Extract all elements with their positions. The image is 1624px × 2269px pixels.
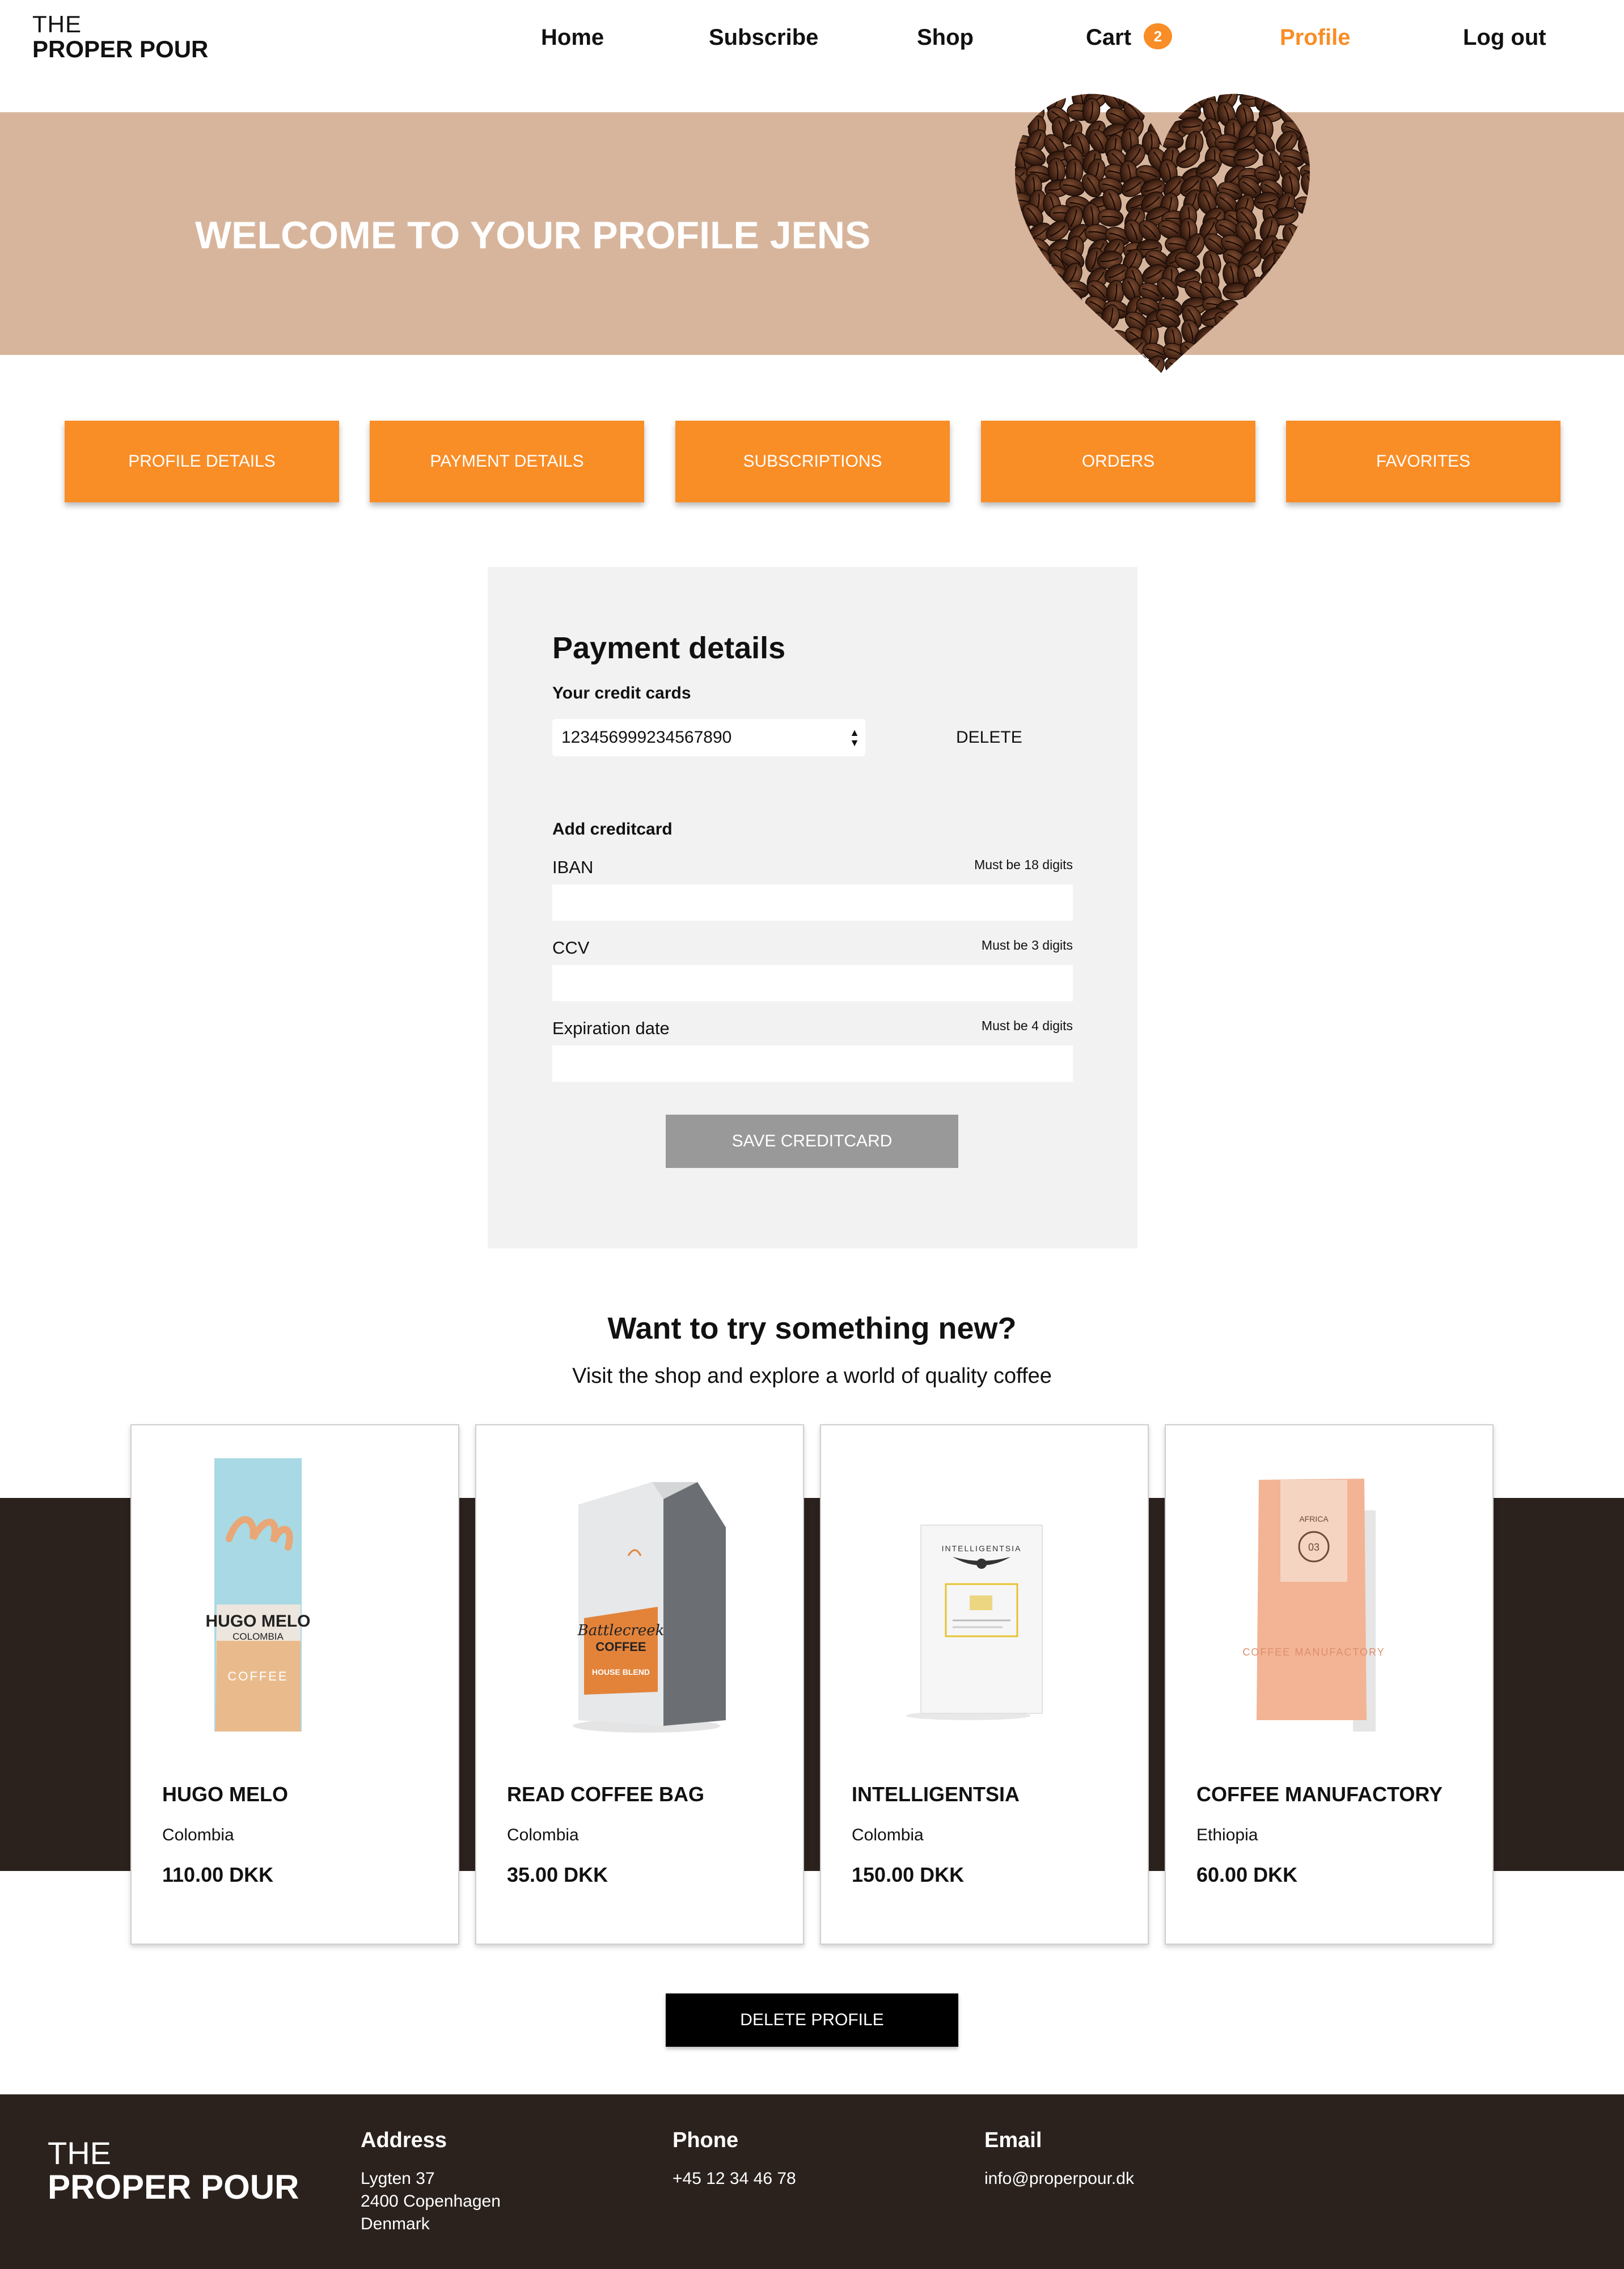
footer-logo[interactable]: THE PROPER POUR bbox=[48, 2137, 299, 2204]
svg-text:INTELLIGENTSIA: INTELLIGENTSIA bbox=[942, 1544, 1022, 1553]
footer-email: Email info@properpour.dk bbox=[984, 2128, 1134, 2190]
iban-hint: Must be 18 digits bbox=[974, 857, 1073, 872]
ccv-input[interactable] bbox=[552, 965, 1073, 1001]
product-origin: Colombia bbox=[852, 1826, 924, 1844]
product-image-read-coffee-bag: Battlecreek COFFEE HOUSE BLEND bbox=[573, 1482, 726, 1733]
footer-brand-line2: PROPER POUR bbox=[48, 2168, 299, 2206]
nav-subscribe[interactable]: Subscribe bbox=[709, 25, 818, 50]
credit-card-select[interactable]: 123456999234567890 ▲ ▼ bbox=[552, 719, 865, 756]
footer-phone: Phone +45 12 34 46 78 bbox=[673, 2128, 796, 2190]
svg-text:COFFEE: COFFEE bbox=[595, 1640, 646, 1654]
product-name: HUGO MELO bbox=[162, 1783, 288, 1806]
nav-cart[interactable]: Cart 2 bbox=[1086, 23, 1173, 52]
product-origin: Ethiopia bbox=[1196, 1826, 1258, 1844]
selected-card-value: 123456999234567890 bbox=[561, 728, 732, 747]
footer-brand-line1: THE bbox=[48, 2135, 111, 2171]
nav-profile[interactable]: Profile bbox=[1280, 25, 1350, 50]
product-image-coffee-manufactory: AFRICA 03 COFFEE MANUFACTORY bbox=[1242, 1479, 1385, 1732]
site-header: THE PROPER POUR Home Subscribe Shop Cart… bbox=[0, 0, 1624, 112]
product-price: 110.00 DKK bbox=[162, 1863, 274, 1886]
product-price: 150.00 DKK bbox=[852, 1863, 965, 1886]
product-origin: Colombia bbox=[162, 1826, 234, 1844]
tab-orders[interactable]: ORDERS bbox=[981, 421, 1255, 502]
delete-card-button[interactable]: DELETE bbox=[956, 719, 1022, 756]
bag-label-hugo: HUGO MELO bbox=[206, 1612, 311, 1631]
footer-phone-title: Phone bbox=[673, 2128, 739, 2152]
coffee-bean-heart-image bbox=[1015, 94, 1310, 374]
product-image-hugo-melo: HUGO MELO COLOMBIA COFFEE bbox=[206, 1458, 311, 1732]
nav-cart-label: Cart bbox=[1086, 25, 1132, 50]
product-image-intelligentsia: INTELLIGENTSIA bbox=[906, 1525, 1043, 1720]
product-card[interactable]: INTELLIGENTSIA INTELLIGENTSIA Colombia 1… bbox=[820, 1424, 1149, 1945]
site-footer: THE PROPER POUR Address Lygten 37 2400 C… bbox=[0, 2094, 1624, 2269]
footer-address-line: Lygten 37 bbox=[361, 2169, 435, 2188]
svg-text:AFRICA: AFRICA bbox=[1299, 1514, 1329, 1523]
product-card[interactable]: HUGO MELO COLOMBIA COFFEE HUGO MELO Colo… bbox=[130, 1424, 459, 1945]
product-name: INTELLIGENTSIA bbox=[852, 1783, 1020, 1806]
footer-phone-number[interactable]: +45 12 34 46 78 bbox=[673, 2168, 796, 2190]
expiration-input[interactable] bbox=[552, 1045, 1073, 1082]
product-name: READ COFFEE BAG bbox=[507, 1783, 705, 1806]
add-creditcard-title: Add creditcard bbox=[552, 820, 673, 839]
product-origin: Colombia bbox=[507, 1826, 579, 1844]
hero-title: WELCOME TO YOUR PROFILE JENS bbox=[195, 214, 871, 257]
select-arrows-icon: ▲ ▼ bbox=[849, 727, 860, 748]
footer-address-title: Address bbox=[361, 2128, 447, 2152]
panel-title: Payment details bbox=[552, 631, 786, 665]
suggestions-subtitle: Visit the shop and explore a world of qu… bbox=[572, 1364, 1052, 1388]
ccv-hint: Must be 3 digits bbox=[981, 938, 1073, 953]
credit-cards-label: Your credit cards bbox=[552, 684, 691, 702]
brand-line2: PROPER POUR bbox=[32, 36, 209, 62]
footer-email-address[interactable]: info@properpour.dk bbox=[984, 2168, 1134, 2190]
product-card[interactable]: AFRICA 03 COFFEE MANUFACTORY COFFEE MANU… bbox=[1165, 1424, 1494, 1945]
nav-logout[interactable]: Log out bbox=[1463, 25, 1546, 50]
footer-address: Address Lygten 37 2400 Copenhagen Denmar… bbox=[361, 2128, 501, 2236]
tab-profile-details[interactable]: PROFILE DETAILS bbox=[65, 421, 339, 502]
product-name: COFFEE MANUFACTORY bbox=[1196, 1783, 1443, 1806]
cart-count-badge: 2 bbox=[1144, 23, 1173, 50]
brand-logo[interactable]: THE PROPER POUR bbox=[32, 12, 208, 61]
payment-details-panel: Payment details Your credit cards 123456… bbox=[488, 567, 1137, 1248]
product-price: 35.00 DKK bbox=[507, 1863, 608, 1886]
svg-text:HOUSE BLEND: HOUSE BLEND bbox=[592, 1667, 650, 1677]
tab-subscriptions[interactable]: SUBSCRIPTIONS bbox=[675, 421, 950, 502]
ccv-label: CCV bbox=[552, 938, 590, 958]
tab-favorites[interactable]: FAVORITES bbox=[1286, 421, 1560, 502]
svg-text:Battlecreek: Battlecreek bbox=[577, 1622, 665, 1639]
brand-line1: THE bbox=[32, 11, 82, 37]
svg-text:COFFEE: COFFEE bbox=[227, 1669, 288, 1683]
expiration-label: Expiration date bbox=[552, 1018, 670, 1038]
tab-payment-details[interactable]: PAYMENT DETAILS bbox=[370, 421, 644, 502]
suggestions-title: Want to try something new? bbox=[607, 1311, 1017, 1345]
nav-home[interactable]: Home bbox=[541, 25, 604, 50]
nav-shop[interactable]: Shop bbox=[917, 25, 974, 50]
save-creditcard-button[interactable]: SAVE CREDITCARD bbox=[666, 1115, 958, 1168]
product-card[interactable]: Battlecreek COFFEE HOUSE BLEND READ COFF… bbox=[475, 1424, 804, 1945]
footer-email-title: Email bbox=[984, 2128, 1042, 2152]
iban-input[interactable] bbox=[552, 884, 1073, 921]
footer-address-line: Denmark bbox=[361, 2215, 430, 2233]
svg-text:COFFEE MANUFACTORY: COFFEE MANUFACTORY bbox=[1242, 1646, 1385, 1658]
product-price: 60.00 DKK bbox=[1196, 1863, 1298, 1886]
delete-profile-button[interactable]: DELETE PROFILE bbox=[666, 1993, 958, 2047]
expiration-hint: Must be 4 digits bbox=[981, 1018, 1073, 1033]
footer-address-line: 2400 Copenhagen bbox=[361, 2192, 501, 2211]
svg-text:COLOMBIA: COLOMBIA bbox=[232, 1631, 284, 1642]
iban-label: IBAN bbox=[552, 857, 594, 877]
svg-text:03: 03 bbox=[1308, 1542, 1320, 1553]
